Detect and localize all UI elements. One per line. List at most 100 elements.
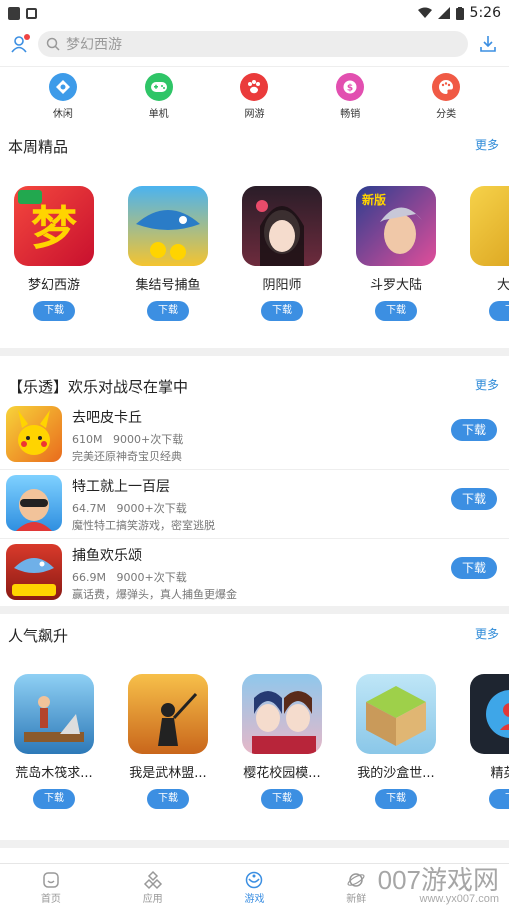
app-description: 完美还原神奇宝贝经典 [72, 450, 182, 463]
section-title-rising: 人气飙升 [8, 627, 69, 645]
download-button[interactable]: 下载 [451, 488, 497, 510]
home-icon [43, 872, 59, 888]
palette-icon [432, 73, 461, 101]
user-icon[interactable] [10, 34, 30, 54]
app-icon [242, 674, 322, 754]
app-card[interactable]: 我是武林盟... 下载 [120, 674, 216, 809]
signal-icon [437, 7, 450, 19]
paw-icon [240, 73, 269, 101]
category-label: 分类 [436, 109, 457, 120]
nav-label: 应用 [142, 894, 163, 905]
more-link-weekly[interactable]: 更多 [475, 136, 499, 153]
nav-label: 首页 [40, 894, 61, 905]
category-online[interactable]: 网游 [224, 67, 284, 126]
app-card[interactable]: 我的沙盒世... 下载 [348, 674, 444, 809]
wifi-icon [417, 7, 432, 18]
diamond-icon [48, 73, 77, 101]
planet-icon [347, 873, 365, 887]
coin-icon: $ [336, 73, 365, 101]
category-label: 休闲 [52, 109, 73, 120]
download-button[interactable]: 下载 [451, 419, 497, 441]
app-title: 捕鱼欢乐颂 [72, 548, 142, 564]
download-button[interactable]: 下 [489, 789, 509, 809]
category-label: 畅销 [340, 109, 361, 120]
list-item[interactable]: 去吧皮卡丘 610M 9000+次下载 完美还原神奇宝贝经典 下载 [0, 401, 509, 470]
app-card[interactable]: 大话 下 [462, 186, 509, 321]
app-card[interactable]: 集结号捕鱼 下载 [120, 186, 216, 321]
app-icon [14, 674, 94, 754]
download-button[interactable]: 下载 [147, 789, 189, 809]
app-name: 樱花校园模... [243, 766, 321, 781]
list-item[interactable]: 捕鱼欢乐颂 66.9M 9000+次下载 赢话费，爆弹头，真人捕鱼更爆金 下载 [0, 539, 509, 608]
nav-apps[interactable]: 应用 [102, 864, 204, 911]
nav-home[interactable]: 首页 [0, 864, 102, 911]
svg-text:梦: 梦 [31, 201, 77, 255]
download-button[interactable]: 下载 [147, 301, 189, 321]
app-card[interactable]: 精英射 下 [462, 674, 509, 809]
app-icon [470, 186, 509, 266]
app-card[interactable]: 梦 梦幻西游 下载 [6, 186, 102, 321]
app-icon [6, 406, 62, 462]
app-card[interactable]: 阴阳师 下载 [234, 186, 330, 321]
notification-icon [8, 6, 20, 20]
download-button[interactable]: 下载 [261, 789, 303, 809]
app-size: 610M [72, 433, 103, 446]
download-button[interactable]: 下载 [375, 789, 417, 809]
section-title-weekly: 本周精品 [8, 138, 69, 156]
app-downloads: 9000+次下载 [116, 502, 187, 515]
download-manager-icon[interactable] [479, 34, 497, 54]
app-card[interactable]: 新版 斗罗大陆 下载 [348, 186, 444, 321]
status-bar: 5:26 [0, 0, 509, 26]
category-bestseller[interactable]: $ 畅销 [320, 67, 380, 126]
battery-icon [455, 6, 464, 20]
more-link-rising[interactable]: 更多 [475, 625, 499, 642]
apps-icon [143, 870, 162, 890]
app-card[interactable]: 荒岛木筏求... 下载 [6, 674, 102, 809]
games-icon [246, 871, 263, 889]
app-title: 去吧皮卡丘 [72, 410, 142, 426]
search-box[interactable]: 梦幻西游 [38, 31, 468, 57]
svg-text:新版: 新版 [362, 192, 386, 207]
app-size: 66.9M [72, 571, 106, 584]
more-link-promo[interactable]: 更多 [475, 376, 499, 393]
app-description: 魔性特工搞笑游戏，密室逃脱 [72, 519, 215, 532]
section-title-promo: 【乐透】欢乐对战尽在掌中 [8, 378, 189, 396]
app-downloads: 9000+次下载 [116, 571, 187, 584]
app-name: 我是武林盟... [129, 766, 207, 781]
app-name: 大话 [496, 278, 509, 293]
app-card[interactable]: 樱花校园模... 下载 [234, 674, 330, 809]
app-icon [242, 186, 322, 266]
app-name: 荒岛木筏求... [15, 766, 93, 781]
download-button[interactable]: 下 [489, 301, 509, 321]
app-icon [356, 674, 436, 754]
top-bar: 梦幻西游 [0, 28, 509, 60]
section-divider [0, 840, 509, 856]
app-name: 我的沙盒世... [357, 766, 435, 781]
watermark-main: 007游戏网 [377, 865, 499, 895]
search-placeholder: 梦幻西游 [66, 37, 122, 53]
search-icon [46, 37, 60, 51]
download-button[interactable]: 下载 [33, 789, 75, 809]
nav-label: 新鲜 [346, 894, 367, 905]
app-icon [6, 475, 62, 531]
app-notification-icon [26, 7, 37, 19]
section-divider [0, 348, 509, 356]
nav-label: 游戏 [244, 894, 265, 905]
category-single[interactable]: 单机 [129, 67, 189, 126]
list-item[interactable]: 特工就上一百层 64.7M 9000+次下载 魔性特工搞笑游戏，密室逃脱 下载 [0, 470, 509, 539]
download-button[interactable]: 下载 [451, 557, 497, 579]
download-button[interactable]: 下载 [33, 301, 75, 321]
app-icon: 新版 [356, 186, 436, 266]
app-name: 阴阳师 [262, 278, 302, 293]
nav-games[interactable]: 游戏 [204, 864, 306, 911]
download-button[interactable]: 下载 [375, 301, 417, 321]
app-icon [470, 674, 509, 754]
category-label: 网游 [244, 109, 265, 120]
app-description: 赢话费，爆弹头，真人捕鱼更爆金 [72, 588, 237, 601]
app-meta: 66.9M 9000+次下载 [72, 569, 187, 585]
category-leisure[interactable]: 休闲 [33, 67, 93, 126]
category-classify[interactable]: 分类 [416, 67, 476, 126]
app-name: 精英射 [490, 766, 509, 781]
section-divider [0, 606, 509, 614]
download-button[interactable]: 下载 [261, 301, 303, 321]
